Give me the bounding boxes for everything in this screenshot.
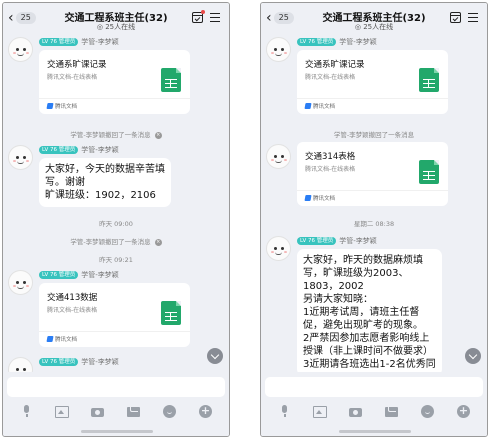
doc-source: 腾讯文档 [304,194,335,202]
message-feed[interactable]: LV 76 管理员 学管-李梦颖 交通系旷课记录 腾讯文档-在线表格 腾讯文档 … [261,37,487,372]
sender-name[interactable]: 学管-李梦颖 [339,37,377,47]
doc-card[interactable]: 交通413数据 腾讯文档-在线表格 腾讯文档 [39,283,190,347]
plus-icon[interactable] [457,404,470,418]
tencent-docs-icon [46,336,54,342]
message-input[interactable] [7,377,225,397]
level-badge: LV 76 管理员 [39,358,79,366]
tencent-docs-icon [46,103,54,109]
timestamp: 昨天 09:00 [99,220,133,228]
sender-line: LV 76 管理员 学管-李梦颖 [39,270,119,280]
doc-subtitle: 腾讯文档-在线表格 [47,74,98,81]
plus-icon[interactable] [199,404,212,418]
divider [39,331,190,332]
home-indicator [339,430,411,433]
level-badge: LV 76 管理员 [39,146,79,154]
spreadsheet-icon [419,160,439,184]
sender-line: LV 76 管理员 学管-李梦颖 [297,37,377,47]
scroll-down-button[interactable] [207,348,223,364]
microphone-icon[interactable] [20,405,33,418]
sender-name[interactable]: 学管-李梦颖 [81,37,119,47]
doc-title: 交通系旷课记录 [305,60,365,70]
spreadsheet-icon [161,301,181,325]
doc-source: 腾讯文档 [46,335,77,343]
chat-screen-left: ‹ 25 交通工程系班主任(32) ◎ 25人在线 LV 76 管理员 学管-李… [2,2,230,437]
doc-subtitle: 腾讯文档-在线表格 [47,307,98,314]
timestamp: 昨天 09:21 [99,256,133,264]
recall-notice: 学管-李梦颖撤回了一条消息 [333,131,415,139]
camera-icon[interactable] [91,405,104,418]
tencent-docs-icon [304,195,312,201]
sender-name[interactable]: 学管-李梦颖 [81,270,119,280]
level-badge: LV 76 管理员 [297,38,337,46]
level-badge: LV 76 管理员 [39,38,79,46]
sender-name[interactable]: 学管-李梦颖 [81,357,119,367]
nav-bar: ‹ 25 交通工程系班主任(32) ◎ 25人在线 [3,3,229,37]
sender-line: LV 76 管理员 学管-李梦颖 [39,37,119,47]
image-icon[interactable] [55,405,69,418]
camera-icon[interactable] [349,405,362,418]
composer [3,372,229,436]
info-icon[interactable]: × [154,131,162,139]
microphone-icon[interactable] [278,405,291,418]
avatar[interactable] [266,236,291,261]
info-icon[interactable]: × [154,238,162,246]
text-bubble[interactable]: 大家好，昨天的数据麻烦填 写，旷课班级为2003、 1803，2002 另请大家… [297,249,442,372]
red-packet-icon[interactable] [127,405,140,418]
home-indicator [81,430,153,433]
doc-source: 腾讯文档 [304,102,335,110]
avatar[interactable] [266,144,291,169]
doc-subtitle: 腾讯文档-在线表格 [305,166,356,173]
doc-card[interactable]: 交通314表格 腾讯文档-在线表格 腾讯文档 [297,142,448,206]
avatar[interactable] [266,37,291,62]
doc-subtitle: 腾讯文档-在线表格 [305,74,356,81]
divider [297,190,448,191]
composer [261,372,487,436]
red-packet-icon[interactable] [385,405,398,418]
emoji-icon[interactable] [421,405,434,418]
sender-line: LV 76 管理员 学管-李梦颖 [39,357,119,367]
menu-icon[interactable] [468,13,478,22]
toolbar [261,404,487,419]
recall-notice: 学管-李梦颖撤回了一条消息 × [70,131,162,139]
timestamp: 星期二 08:38 [353,220,395,228]
divider [297,98,448,99]
spreadsheet-icon [419,68,439,92]
scroll-down-button[interactable] [465,348,481,364]
doc-card[interactable]: 交通系旷课记录 腾讯文档-在线表格 腾讯文档 [297,50,448,114]
doc-title: 交通系旷课记录 [47,60,107,70]
unread-dot [201,10,205,14]
level-badge: LV 76 管理员 [297,237,337,245]
text-bubble[interactable]: 大家好，今天的数据辛苦填 写。谢谢 旷课班级：1902，2106 [39,158,171,207]
avatar[interactable] [8,357,33,372]
image-icon[interactable] [313,405,327,418]
doc-title: 交通413数据 [47,293,98,303]
calendar-check-icon[interactable] [450,12,461,23]
doc-card[interactable]: 交通系旷课记录 腾讯文档-在线表格 腾讯文档 [39,50,190,114]
emoji-icon[interactable] [163,405,176,418]
doc-title: 交通314表格 [305,152,356,162]
doc-source: 腾讯文档 [46,102,77,110]
sender-line: LV 76 管理员 学管-李梦颖 [39,145,119,155]
avatar[interactable] [8,145,33,170]
recall-notice: 学管-李梦颖撤回了一条消息 × [70,238,162,246]
sender-name[interactable]: 学管-李梦颖 [339,236,377,246]
sender-line: LV 76 管理员 学管-李梦颖 [297,236,377,246]
message-feed[interactable]: LV 76 管理员 学管-李梦颖 交通系旷课记录 腾讯文档-在线表格 腾讯文档 … [3,37,229,372]
avatar[interactable] [8,37,33,62]
spreadsheet-icon [161,68,181,92]
chat-screen-right: ‹ 25 交通工程系班主任(32) ◎ 25人在线 LV 76 管理员 学管-李… [260,2,488,437]
sender-name[interactable]: 学管-李梦颖 [81,145,119,155]
level-badge: LV 76 管理员 [39,271,79,279]
tencent-docs-icon [304,103,312,109]
divider [39,98,190,99]
online-count: ◎ 25人在线 [354,23,394,31]
avatar[interactable] [8,270,33,295]
online-count: ◎ 25人在线 [96,23,136,31]
menu-icon[interactable] [210,13,220,22]
toolbar [3,404,229,419]
nav-bar: ‹ 25 交通工程系班主任(32) ◎ 25人在线 [261,3,487,37]
message-input[interactable] [265,377,483,397]
